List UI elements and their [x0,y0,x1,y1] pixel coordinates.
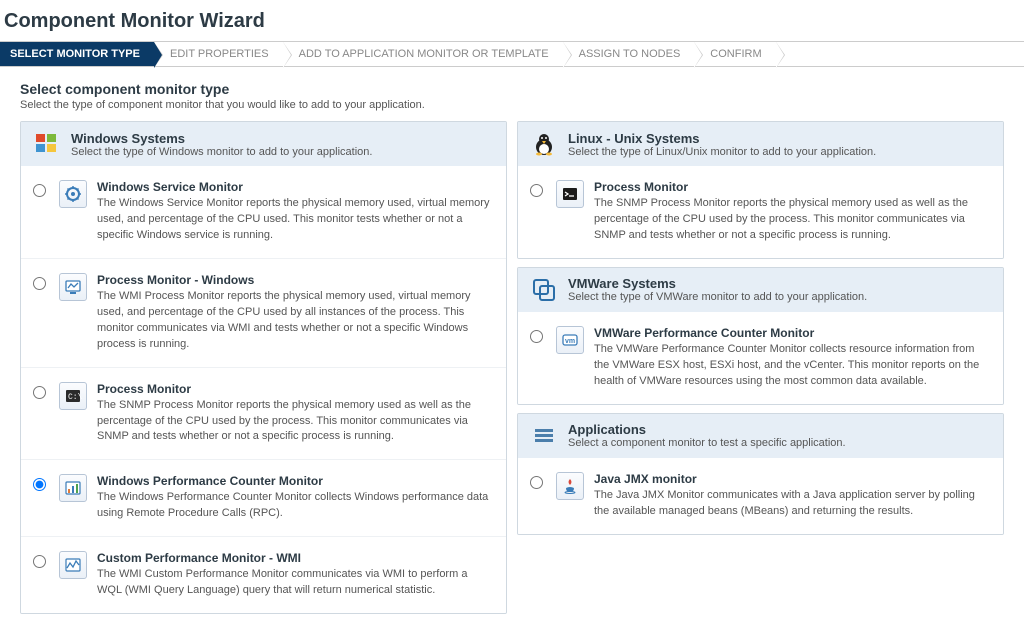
custom-perf-icon [59,551,87,579]
process-monitor-icon [59,273,87,301]
vmware-perf-icon: vm [556,326,584,354]
monitor-radio[interactable] [530,476,543,489]
terminal-icon: C:\ [59,382,87,410]
monitor-title: VMWare Performance Counter Monitor [594,326,991,340]
category-header: ApplicationsSelect a component monitor t… [518,414,1003,458]
monitor-description: The WMI Custom Performance Monitor commu… [97,567,494,599]
terminal-dark-icon [556,180,584,208]
monitor-title: Process Monitor [594,180,991,194]
right-category-0: Linux - Unix SystemsSelect the type of L… [517,121,1004,259]
breadcrumb-step-0: SELECT MONITOR TYPE [0,42,154,66]
vmware-icon [530,276,558,304]
page-title: Component Monitor Wizard [0,0,1024,41]
breadcrumb-step-2[interactable]: ADD TO APPLICATION MONITOR OR TEMPLATE [283,42,563,66]
category-header: Linux - Unix SystemsSelect the type of L… [518,122,1003,166]
column-left: Windows SystemsSelect the type of Window… [20,121,507,622]
monitor-description: The Java JMX Monitor communicates with a… [594,488,991,520]
breadcrumb-step-4[interactable]: CONFIRM [694,42,775,66]
right-category-1: VMWare SystemsSelect the type of VMWare … [517,267,1004,405]
section-heading: Select component monitor type [0,67,1024,99]
category-title: Applications [568,422,846,437]
category-title: Windows Systems [71,131,372,146]
windows-logo-icon [33,130,61,158]
perf-counter-icon [59,474,87,502]
monitor-option[interactable]: Process Monitor The SNMP Process Monitor … [518,166,1003,258]
monitor-option[interactable]: Windows Service Monitor The Windows Servi… [21,166,506,258]
monitor-option[interactable]: Windows Performance Counter Monitor The W… [21,459,506,536]
java-icon [556,472,584,500]
category-header: VMWare SystemsSelect the type of VMWare … [518,268,1003,312]
monitor-radio[interactable] [33,277,46,290]
breadcrumb: SELECT MONITOR TYPEEDIT PROPERTIESADD TO… [0,41,1024,67]
monitor-title: Windows Service Monitor [97,180,494,194]
monitor-description: The WMI Process Monitor reports the phys… [97,289,494,353]
windows-service-icon [59,180,87,208]
monitor-radio[interactable] [33,386,46,399]
left-category-0: Windows SystemsSelect the type of Window… [20,121,507,614]
monitor-title: Windows Performance Counter Monitor [97,474,494,488]
monitor-description: The SNMP Process Monitor reports the phy… [594,196,991,244]
monitor-option[interactable]: Process Monitor - Windows The WMI Process… [21,258,506,367]
monitor-description: The SNMP Process Monitor reports the phy… [97,398,494,446]
monitor-option[interactable]: C:\ Process Monitor The SNMP Process Monit… [21,367,506,460]
column-right: Linux - Unix SystemsSelect the type of L… [517,121,1004,622]
monitor-option[interactable]: Custom Performance Monitor - WMI The WMI … [21,536,506,613]
monitor-description: The VMWare Performance Counter Monitor c… [594,342,991,390]
right-category-2: ApplicationsSelect a component monitor t… [517,413,1004,535]
monitor-option[interactable]: vm VMWare Performance Counter Monitor The … [518,312,1003,404]
monitor-radio[interactable] [33,555,46,568]
category-header: Windows SystemsSelect the type of Window… [21,122,506,166]
monitor-description: The Windows Service Monitor reports the … [97,196,494,244]
applications-icon [530,422,558,450]
monitor-radio[interactable] [33,478,46,491]
section-subtext: Select the type of component monitor tha… [0,99,1024,121]
category-subtext: Select the type of Linux/Unix monitor to… [568,146,876,158]
category-title: VMWare Systems [568,276,867,291]
monitor-radio[interactable] [530,184,543,197]
monitor-radio[interactable] [530,330,543,343]
monitor-title: Process Monitor - Windows [97,273,494,287]
monitor-title: Custom Performance Monitor - WMI [97,551,494,565]
category-subtext: Select the type of VMWare monitor to add… [568,291,867,303]
svg-text:vm: vm [565,338,575,345]
monitor-radio[interactable] [33,184,46,197]
monitor-option[interactable]: Java JMX monitor The Java JMX Monitor com… [518,458,1003,534]
monitor-description: The Windows Performance Counter Monitor … [97,490,494,522]
breadcrumb-step-3[interactable]: ASSIGN TO NODES [563,42,695,66]
breadcrumb-step-1[interactable]: EDIT PROPERTIES [154,42,283,66]
linux-penguin-icon [530,130,558,158]
category-subtext: Select a component monitor to test a spe… [568,437,846,449]
category-subtext: Select the type of Windows monitor to ad… [71,146,372,158]
svg-text:C:\: C:\ [68,393,82,402]
monitor-title: Java JMX monitor [594,472,991,486]
category-title: Linux - Unix Systems [568,131,876,146]
monitor-title: Process Monitor [97,382,494,396]
